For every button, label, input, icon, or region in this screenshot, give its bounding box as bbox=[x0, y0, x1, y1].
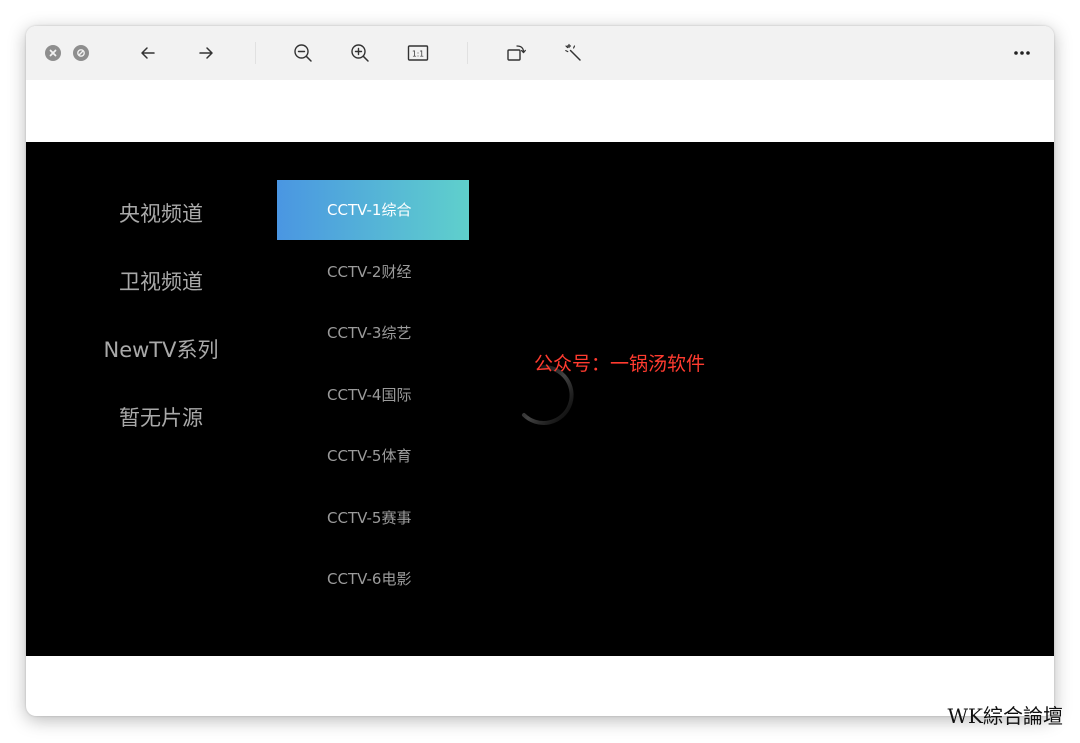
rotate-icon bbox=[507, 45, 526, 61]
zoom-in-icon bbox=[351, 44, 369, 62]
zoom-out-icon bbox=[294, 44, 312, 62]
zoom-out-button[interactable] bbox=[288, 38, 318, 68]
back-button[interactable] bbox=[133, 38, 163, 68]
minimize-window-button[interactable] bbox=[73, 45, 89, 61]
zoom-in-button[interactable] bbox=[345, 38, 375, 68]
toolbar-divider bbox=[255, 42, 256, 64]
category-item[interactable]: 卫视频道 bbox=[66, 267, 256, 297]
actual-size-icon: 1:1 bbox=[407, 45, 429, 61]
block-circle-icon bbox=[77, 49, 85, 57]
close-circle-icon bbox=[49, 49, 57, 57]
channel-item[interactable]: CCTV-5体育 bbox=[277, 426, 469, 486]
actual-size-label: 1:1 bbox=[412, 49, 424, 58]
more-horizontal-icon bbox=[1014, 51, 1030, 55]
channel-item[interactable]: CCTV-3综艺 bbox=[277, 303, 469, 363]
close-window-button[interactable] bbox=[45, 45, 61, 61]
actual-size-button[interactable]: 1:1 bbox=[403, 38, 433, 68]
arrow-left-icon bbox=[141, 47, 155, 59]
category-item[interactable]: NewTV系列 bbox=[66, 335, 256, 365]
channel-item-selected[interactable]: CCTV-1综合 bbox=[277, 180, 469, 240]
category-item[interactable]: 央视频道 bbox=[66, 199, 256, 229]
channel-item[interactable]: CCTV-6电影 bbox=[277, 549, 469, 609]
arrow-right-icon bbox=[199, 47, 213, 59]
overlay-watermark-text: 公众号：一锅汤软件 bbox=[534, 353, 706, 375]
channel-item[interactable]: CCTV-5赛事 bbox=[277, 488, 469, 548]
magic-wand-icon bbox=[565, 43, 581, 61]
forward-button[interactable] bbox=[191, 38, 221, 68]
enhance-button[interactable] bbox=[559, 38, 589, 68]
channel-item[interactable]: CCTV-2财经 bbox=[277, 242, 469, 302]
toolbar: 1:1 bbox=[26, 26, 1054, 80]
rotate-button[interactable] bbox=[501, 38, 531, 68]
image-viewer-window: 1:1 央视频道 卫视频道 NewTV系列 暂无片源 CCTV-1综合 CCTV… bbox=[26, 26, 1054, 716]
corner-watermark: WK綜合論壇 bbox=[947, 704, 1064, 728]
category-item[interactable]: 暂无片源 bbox=[66, 403, 256, 433]
channel-item[interactable]: CCTV-4国际 bbox=[277, 365, 469, 425]
toolbar-divider bbox=[467, 42, 468, 64]
more-button[interactable] bbox=[1007, 38, 1037, 68]
tv-player-screen: 央视频道 卫视频道 NewTV系列 暂无片源 CCTV-1综合 CCTV-2财经 CCTV… bbox=[26, 142, 1054, 656]
